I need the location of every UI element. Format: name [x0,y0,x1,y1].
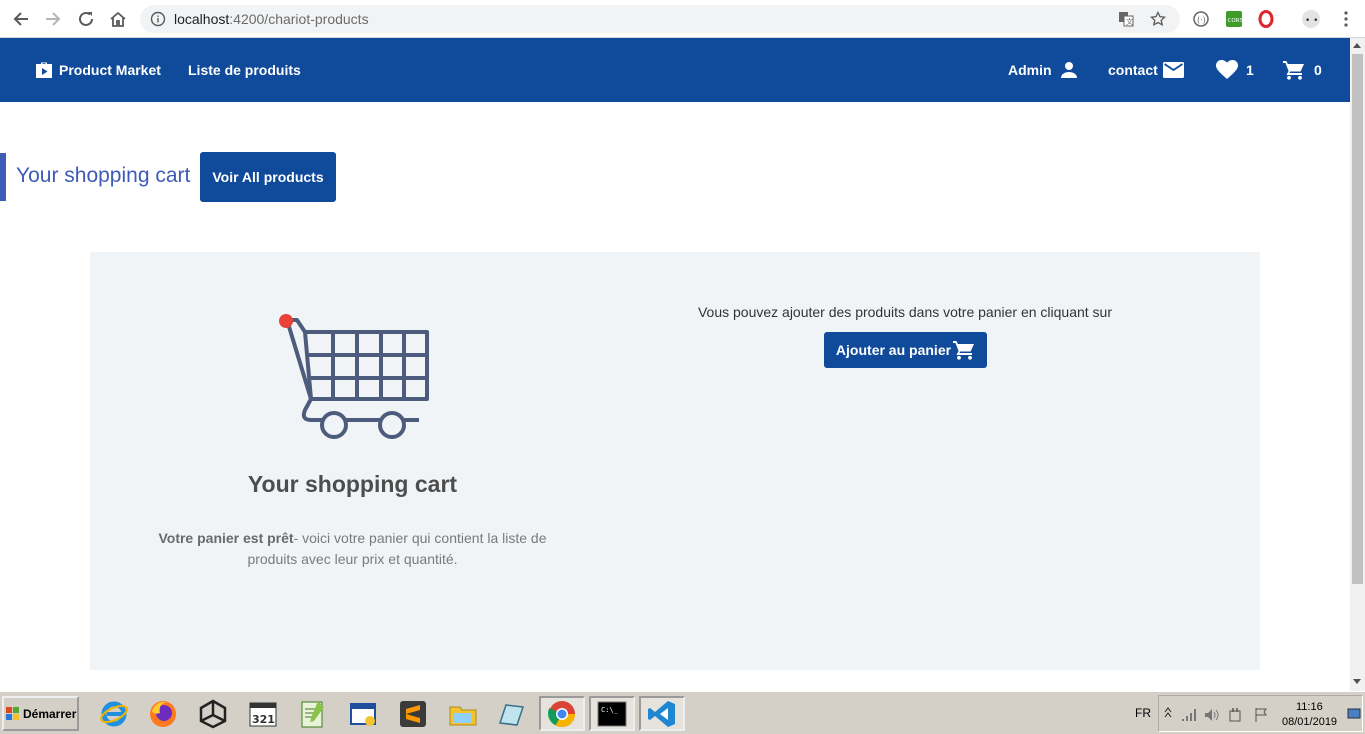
admin-label: Admin [1008,62,1052,78]
scroll-down-icon[interactable] [1353,679,1361,684]
person-icon [1060,62,1077,78]
mail-icon [1162,62,1184,78]
chrome-icon[interactable] [539,696,585,731]
opera-icon[interactable] [1256,9,1276,29]
back-icon[interactable] [10,8,32,30]
nav-products-link[interactable]: Liste de produits [188,38,301,102]
os-taskbar: Démarrer 321 C:\_ FR 11:16 08/01/2019 [0,691,1365,734]
scroll-up-icon[interactable] [1353,43,1361,48]
language-indicator[interactable]: FR [1135,706,1151,720]
contact-label: contact [1108,62,1158,78]
svg-text:C:\_: C:\_ [601,706,619,714]
svg-text:321: 321 [252,713,275,726]
cart-link[interactable]: 0 [1283,38,1322,102]
flag-icon[interactable] [1253,707,1269,723]
svg-text:CORS: CORS [1228,18,1244,24]
panel-heading: Your shopping cart [247,471,458,497]
notes-app-icon[interactable] [488,696,534,731]
heart-icon [1216,60,1238,79]
view-all-products-button[interactable]: Voir All products [200,152,336,202]
admin-link[interactable]: Admin [1008,38,1078,102]
notepad-plus-icon[interactable] [290,696,336,731]
cart-icon [1283,61,1304,80]
url-path: :4200/chariot-products [229,11,369,27]
start-button[interactable]: Démarrer [2,696,79,731]
add-to-cart-label: Ajouter au panier [835,342,952,358]
svg-text:• •: • • [1305,16,1318,26]
brand-link[interactable]: Product Market [34,38,161,102]
power-icon[interactable] [1227,707,1243,723]
clock-date[interactable]: 08/01/2019 [1282,716,1337,728]
address-bar[interactable]: localhost:4200/chariot-products 文 [140,5,1180,33]
svg-text:(·): (·) [1197,16,1206,25]
explorer-folder-icon[interactable] [440,696,486,731]
window-app-icon[interactable] [340,696,386,731]
translate-icon[interactable]: 文 [1118,11,1136,27]
app-header: Product Market Liste de produits Admin c… [0,38,1350,102]
cors-extension-icon[interactable]: CORS [1224,9,1244,29]
wishlist-link[interactable]: 1 [1216,38,1254,102]
tray-expand-icon[interactable] [1163,706,1173,718]
add-to-cart-hint: Vous pouvez ajouter des produits dans vo… [697,304,1113,320]
unity-icon[interactable] [190,696,236,731]
ie-icon[interactable] [91,696,137,731]
nav-products-label: Liste de produits [188,62,301,78]
page-title: Your shopping cart [16,164,191,187]
home-icon[interactable] [107,8,129,30]
menu-icon[interactable] [1336,9,1356,29]
wishlist-count: 1 [1246,62,1254,78]
show-desktop-icon[interactable] [1347,708,1361,720]
svg-text:文: 文 [1126,17,1133,26]
panel-description: Votre panier est prêt- voici votre panie… [150,528,555,570]
title-accent [0,153,6,201]
star-icon[interactable] [1149,10,1168,27]
cart-count: 0 [1314,62,1322,78]
sublime-text-icon[interactable] [390,696,436,731]
vscode-icon[interactable] [639,696,685,731]
info-icon[interactable] [150,11,166,32]
cart-icon [953,341,975,360]
panel-description-bold: Votre panier est prêt [158,530,294,546]
media-player-icon[interactable]: 321 [240,696,286,731]
volume-icon[interactable] [1203,707,1219,723]
clock-time[interactable]: 11:16 [1296,701,1323,713]
terminal-icon[interactable]: C:\_ [589,696,635,731]
shopping-cart-illustration-icon [279,314,429,439]
reload-icon[interactable] [75,8,97,30]
firefox-icon[interactable] [140,696,186,731]
brand-label: Product Market [59,62,161,78]
url-host: localhost [174,11,230,27]
network-icon[interactable] [1181,708,1197,722]
url-text: localhost:4200/chariot-products [174,11,369,27]
start-label: Démarrer [23,706,77,721]
profile-avatar-icon[interactable]: • • [1301,9,1321,29]
browser-toolbar: localhost:4200/chariot-products 文 (·) CO… [0,0,1365,38]
contact-link[interactable]: contact [1108,38,1184,102]
extension-icon[interactable]: (·) [1191,9,1211,29]
scroll-thumb[interactable] [1352,54,1363,584]
forward-icon[interactable] [42,8,64,30]
shopping-bag-icon [36,62,52,78]
add-to-cart-button[interactable]: Ajouter au panier [824,332,987,368]
windows-logo-icon [6,706,19,720]
page-scrollbar[interactable] [1350,38,1365,691]
